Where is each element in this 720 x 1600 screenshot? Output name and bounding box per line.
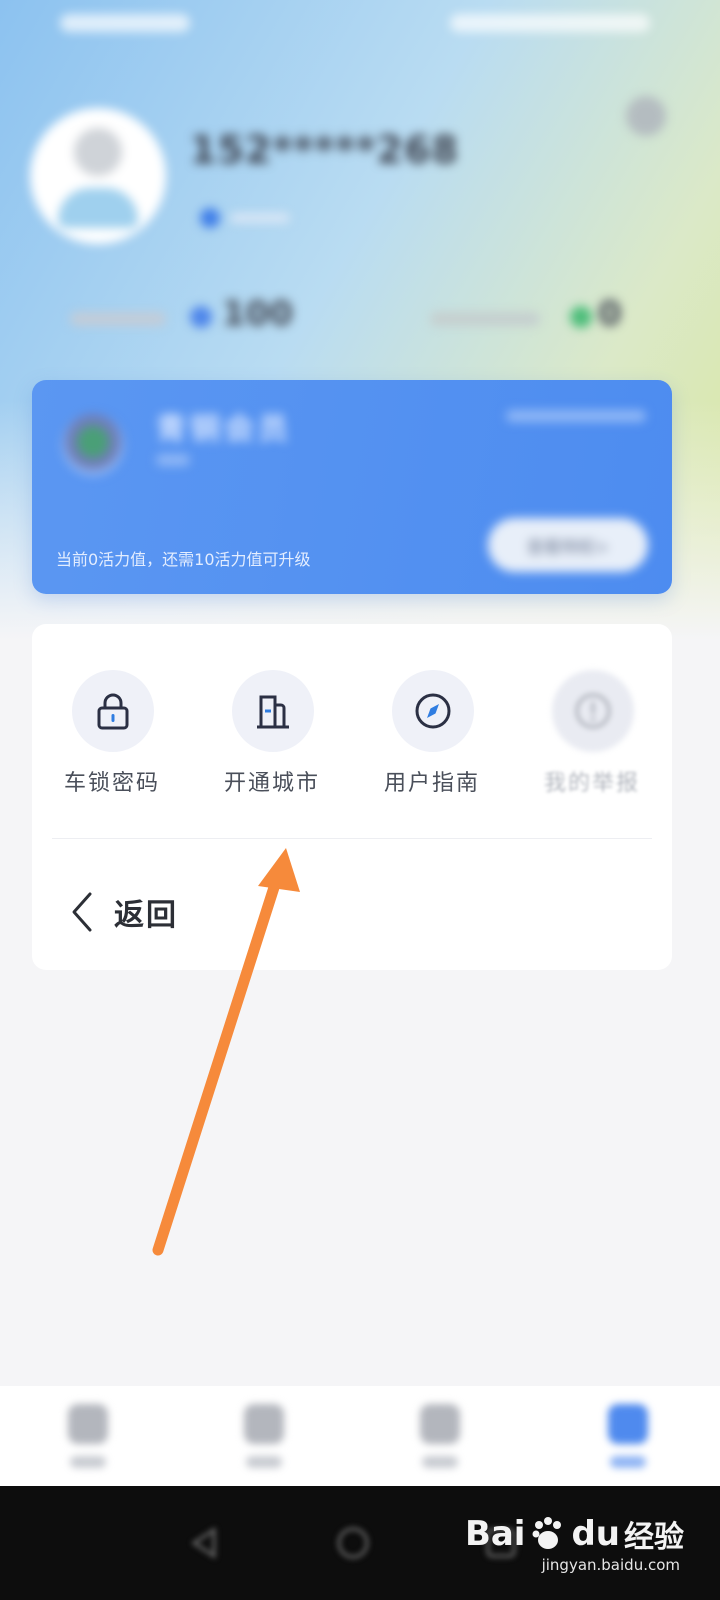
alert-icon	[552, 670, 634, 752]
avatar-head-icon	[74, 128, 122, 176]
home-circle-icon[interactable]	[334, 1524, 372, 1562]
avatar[interactable]	[30, 108, 166, 244]
menu-label-lock-password: 车锁密码	[63, 771, 160, 796]
back-button[interactable]: 返回	[64, 884, 264, 944]
stat-left-value[interactable]: 100	[222, 294, 293, 334]
menu-item-lock-password[interactable]: 车锁密码	[32, 668, 192, 798]
status-indicators	[450, 14, 650, 32]
leaf-icon	[570, 306, 592, 328]
user-badge[interactable]	[200, 204, 290, 232]
coin-icon	[190, 306, 212, 328]
avatar-body-icon	[58, 188, 138, 228]
home-icon	[68, 1404, 108, 1444]
badge-icon	[200, 208, 220, 228]
stat-right-label	[430, 312, 540, 326]
paw-icon	[532, 1517, 562, 1549]
profile-icon	[608, 1404, 648, 1444]
status-bar	[60, 14, 650, 36]
vip-progress-text: 当前0活力值，还需10活力值可升级	[56, 550, 311, 569]
stat-right-value[interactable]: 0	[598, 294, 622, 334]
vip-card[interactable]: 青铜会员 当前0活力值，还需10活力值可升级 查看特权>	[32, 380, 672, 594]
status-time	[60, 14, 190, 32]
watermark-logo-bai: Bai	[464, 1514, 526, 1554]
watermark-logo-du: du	[571, 1514, 620, 1554]
compass-icon	[392, 670, 474, 752]
baidu-jingyan-watermark: Bai du 经验	[465, 1512, 684, 1556]
tab-profile-label	[610, 1456, 646, 1468]
menu-label-my-reports: 我的举报	[543, 771, 640, 796]
username: 152*****268	[190, 128, 460, 172]
building-icon	[232, 670, 314, 752]
wallet-icon	[420, 1404, 460, 1444]
vip-badge-icon	[62, 414, 124, 476]
menu-item-open-cities[interactable]: 开通城市	[192, 668, 352, 798]
tab-messages[interactable]	[224, 1404, 304, 1474]
lock-icon	[72, 670, 154, 752]
menu-card: 车锁密码 开通城市 用户指南 我的举报 返回	[32, 624, 672, 970]
back-triangle-icon[interactable]	[186, 1524, 224, 1562]
divider	[52, 838, 652, 839]
tab-messages-label	[246, 1456, 282, 1468]
stat-left-label	[70, 312, 166, 326]
tab-wallet-label	[422, 1456, 458, 1468]
tab-profile[interactable]	[588, 1404, 668, 1474]
menu-label-open-cities: 开通城市	[223, 771, 320, 796]
bottom-tab-bar	[0, 1386, 720, 1486]
back-label: 返回	[114, 898, 178, 933]
tab-wallet[interactable]	[400, 1404, 480, 1474]
vip-validity	[506, 410, 646, 422]
tab-home-label	[70, 1456, 106, 1468]
badge-label	[230, 213, 290, 223]
vip-subtitle	[156, 454, 190, 466]
message-icon	[244, 1404, 284, 1444]
view-privileges-button[interactable]: 查看特权>	[488, 518, 648, 572]
menu-item-my-reports[interactable]: 我的举报	[512, 668, 672, 798]
chevron-left-icon	[72, 892, 92, 932]
menu-item-user-guide[interactable]: 用户指南	[352, 668, 512, 798]
watermark-url: jingyan.baidu.com	[541, 1556, 680, 1574]
vip-title: 青铜会员	[156, 412, 292, 447]
stats-row: 100 0	[0, 290, 720, 350]
menu-label-user-guide: 用户指南	[383, 771, 480, 796]
gear-icon[interactable]	[626, 96, 666, 136]
tab-home[interactable]	[48, 1404, 128, 1474]
watermark-text: 经验	[624, 1520, 684, 1555]
